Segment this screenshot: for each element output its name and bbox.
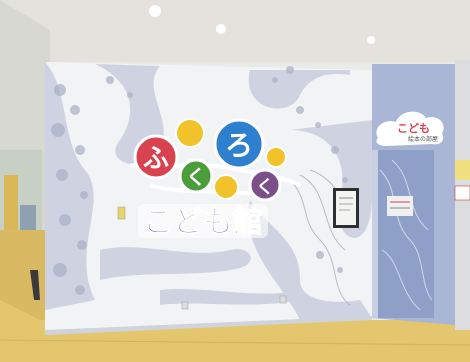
left-corridor-object bbox=[4, 175, 18, 230]
sign-medallion: く bbox=[248, 168, 282, 202]
photo-drawing: ふ く ろ く こども館 こども 絵本の部屋 bbox=[0, 0, 470, 362]
outlet bbox=[279, 295, 287, 304]
ceiling bbox=[0, 0, 470, 62]
sign-medallion: ろ bbox=[213, 118, 265, 170]
sign-medallion bbox=[265, 146, 287, 168]
right-wall-sign bbox=[454, 185, 470, 201]
sign-medallion: く bbox=[178, 158, 214, 194]
ceiling-light bbox=[216, 24, 226, 34]
left-corridor-object bbox=[20, 205, 36, 230]
medallion-glyph: く bbox=[186, 165, 206, 189]
notice-board bbox=[333, 188, 359, 228]
door bbox=[378, 150, 434, 318]
medallion-glyph: ふ bbox=[143, 144, 169, 174]
right-wall-sign bbox=[455, 160, 470, 180]
medallion-glyph: く bbox=[256, 177, 274, 198]
ceiling-light bbox=[367, 36, 375, 44]
door-plaque-sub: 絵本の部屋 bbox=[408, 135, 438, 143]
door-notice bbox=[387, 196, 413, 216]
wall-plate bbox=[117, 206, 126, 220]
sign-medallion bbox=[213, 174, 239, 200]
photo-scene: ふ く ろ く こども館 こども 絵本の部屋 bbox=[0, 0, 470, 362]
sign-title-text: こども館 bbox=[143, 205, 263, 240]
medallion-glyph: ろ bbox=[225, 129, 253, 162]
sign-medallion bbox=[175, 118, 205, 148]
door-jamb bbox=[372, 150, 378, 318]
door-plaque-main: こども bbox=[397, 122, 430, 135]
sign-title: こども館 bbox=[138, 204, 268, 241]
sign-medallion: ふ bbox=[133, 134, 179, 180]
outlet bbox=[181, 301, 189, 310]
ceiling-light bbox=[149, 5, 161, 17]
